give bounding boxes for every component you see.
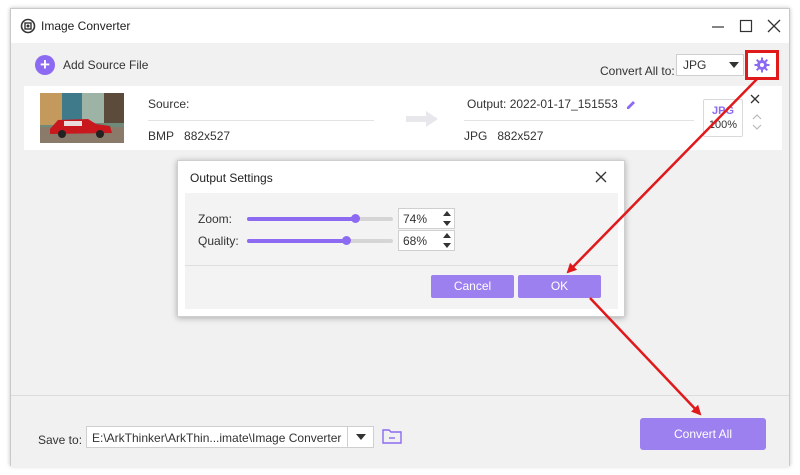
zoom-slider[interactable] — [247, 214, 393, 223]
divider — [148, 120, 374, 121]
stepper-up-icon[interactable] — [443, 233, 451, 238]
quality-format: JPG — [711, 105, 734, 117]
ok-button[interactable]: OK — [518, 275, 601, 298]
file-row: Source: BMP 882x527 Output: 2022-01-17_1… — [24, 86, 782, 150]
zoom-value: 74% — [403, 212, 428, 226]
convert-all-to-label: Convert All to: — [600, 64, 675, 78]
app-icon — [20, 18, 36, 34]
dialog-body: Zoom: 74% Quality: 68% Cancel OK — [185, 193, 618, 309]
dialog-close-icon[interactable] — [594, 170, 608, 184]
output-format: JPG — [464, 129, 488, 143]
convert-all-button[interactable]: Convert All — [640, 418, 766, 450]
source-label: Source: — [148, 97, 190, 111]
zoom-slider-knob[interactable] — [351, 214, 360, 223]
save-to-label: Save to: — [38, 433, 83, 447]
image-thumbnail — [40, 93, 124, 143]
divider — [464, 120, 694, 121]
quality-slider-knob[interactable] — [342, 236, 351, 245]
format-select[interactable]: JPG — [676, 54, 744, 76]
quality-percent: 100% — [708, 119, 738, 131]
app-title: Image Converter — [41, 19, 131, 33]
dialog-title: Output Settings — [190, 171, 273, 185]
chevron-up-icon[interactable] — [752, 113, 762, 121]
folder-icon[interactable] — [382, 427, 402, 445]
arrow-right-icon — [406, 111, 438, 127]
settings-button[interactable] — [745, 50, 779, 80]
quality-stepper[interactable]: 68% — [398, 230, 455, 251]
chevron-down-icon[interactable] — [752, 123, 762, 131]
zoom-slider-fill — [247, 217, 355, 221]
zoom-stepper[interactable]: 74% — [398, 208, 455, 229]
stepper-down-icon[interactable] — [443, 243, 451, 248]
stepper-up-icon[interactable] — [443, 211, 451, 216]
title-bar: Image Converter — [11, 9, 789, 43]
edit-pencil-icon[interactable] — [625, 98, 637, 110]
plus-icon: + — [35, 55, 55, 75]
maximize-icon[interactable] — [735, 16, 757, 36]
divider — [185, 265, 618, 266]
save-path-input[interactable]: E:\ArkThinker\ArkThin...imate\Image Conv… — [86, 426, 374, 448]
stepper-down-icon[interactable] — [443, 221, 451, 226]
add-source-file-button[interactable]: + Add Source File — [35, 54, 148, 76]
minimize-icon[interactable] — [707, 16, 729, 36]
output-quality-badge[interactable]: JPG 100% — [703, 99, 743, 137]
quality-label: Quality: — [198, 234, 239, 248]
output-size: 882x527 — [497, 129, 544, 143]
path-dropdown-button[interactable] — [347, 427, 373, 447]
footer: Save to: E:\ArkThinker\ArkThin...imate\I… — [11, 395, 789, 467]
quality-slider[interactable] — [247, 236, 393, 245]
settings-gear-icon — [754, 57, 770, 73]
source-format: BMP — [148, 129, 175, 143]
output-info: JPG 882x527 — [464, 129, 543, 143]
source-info: BMP 882x527 — [148, 129, 230, 143]
output-settings-dialog: Output Settings Zoom: 74% Quality: 68% C… — [177, 160, 625, 317]
toolbar: + Add Source File Convert All to: — [11, 43, 789, 85]
dropdown-caret-icon — [729, 62, 739, 68]
quality-slider-fill — [247, 239, 346, 243]
close-icon[interactable] — [763, 16, 785, 36]
format-select-value: JPG — [683, 58, 707, 72]
add-source-file-label: Add Source File — [63, 58, 149, 72]
source-size: 882x527 — [184, 129, 231, 143]
quality-value: 68% — [403, 234, 428, 248]
cancel-button[interactable]: Cancel — [431, 275, 514, 298]
remove-file-icon[interactable] — [749, 93, 761, 105]
output-name: Output: 2022-01-17_151553 — [467, 97, 618, 111]
save-path-value: E:\ArkThinker\ArkThin...imate\Image Conv… — [92, 431, 342, 445]
zoom-label: Zoom: — [198, 212, 233, 226]
